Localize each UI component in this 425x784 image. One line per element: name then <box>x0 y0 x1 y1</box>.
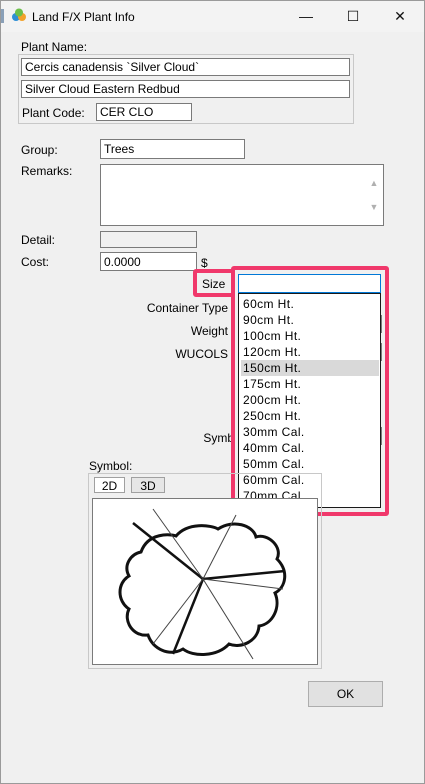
size-option-200cm[interactable]: 200cm Ht. <box>241 392 379 408</box>
group-label: Group: <box>21 143 58 157</box>
plant-code-label: Plant Code: <box>22 106 85 120</box>
detail-field <box>100 231 197 248</box>
window-title: Land F/X Plant Info <box>32 10 135 24</box>
group-field[interactable]: Trees <box>100 139 245 159</box>
weight-label: Weight <box>190 324 228 338</box>
size-option-40mm[interactable]: 40mm Cal. <box>241 440 379 456</box>
symbol-label: Symbol: <box>89 459 133 473</box>
tab-2d[interactable]: 2D <box>94 477 125 493</box>
size-combo-input[interactable] <box>238 274 381 293</box>
land-fx-logo-icon <box>12 8 26 21</box>
cost-label: Cost: <box>21 255 50 269</box>
size-option-150cm[interactable]: 150cm Ht. <box>241 360 379 376</box>
size-option-30mm[interactable]: 30mm Cal. <box>241 424 379 440</box>
plant-name-label: Plant Name: <box>21 40 88 54</box>
size-option-120cm[interactable]: 120cm Ht. <box>241 344 379 360</box>
size-option-175cm[interactable]: 175cm Ht. <box>241 376 379 392</box>
size-option-50mm[interactable]: 50mm Cal. <box>241 456 379 472</box>
remarks-field[interactable] <box>100 164 384 226</box>
plant-code-field[interactable]: CER CLO <box>96 103 192 121</box>
window-edge-artifact <box>0 9 4 23</box>
size-option-250cm[interactable]: 250cm Ht. <box>241 408 379 424</box>
currency-symbol: $ <box>201 256 208 270</box>
botanical-name-field[interactable]: Cercis canadensis `Silver Cloud` <box>21 58 350 76</box>
title-bar: Land F/X Plant Info — ☐ ✕ <box>0 0 425 32</box>
symbol-field-label: Symb <box>203 431 234 445</box>
remarks-scroll-down-icon[interactable]: ▼ <box>367 201 381 213</box>
wucols-label: WUCOLS <box>175 347 228 361</box>
ok-button[interactable]: OK <box>308 681 383 707</box>
size-option-90cm[interactable]: 90cm Ht. <box>241 312 379 328</box>
symbol-preview-canvas <box>92 498 318 665</box>
minimize-button[interactable]: — <box>283 0 329 32</box>
size-label: Size <box>202 277 226 291</box>
remarks-label: Remarks: <box>21 164 73 178</box>
cost-field[interactable]: 0.0000 <box>100 252 197 271</box>
maximize-button[interactable]: ☐ <box>330 0 376 32</box>
container-type-label: Container Type <box>146 301 228 315</box>
common-name-field[interactable]: Silver Cloud Eastern Redbud <box>21 80 350 98</box>
tree-symbol-icon <box>118 508 287 660</box>
remarks-scroll-up-icon[interactable]: ▲ <box>367 177 381 189</box>
size-option-100cm[interactable]: 100cm Ht. <box>241 328 379 344</box>
tab-3d[interactable]: 3D <box>131 477 165 493</box>
size-option-60cm[interactable]: 60cm Ht. <box>241 296 379 312</box>
close-button[interactable]: ✕ <box>377 0 423 32</box>
detail-label: Detail: <box>21 233 56 247</box>
